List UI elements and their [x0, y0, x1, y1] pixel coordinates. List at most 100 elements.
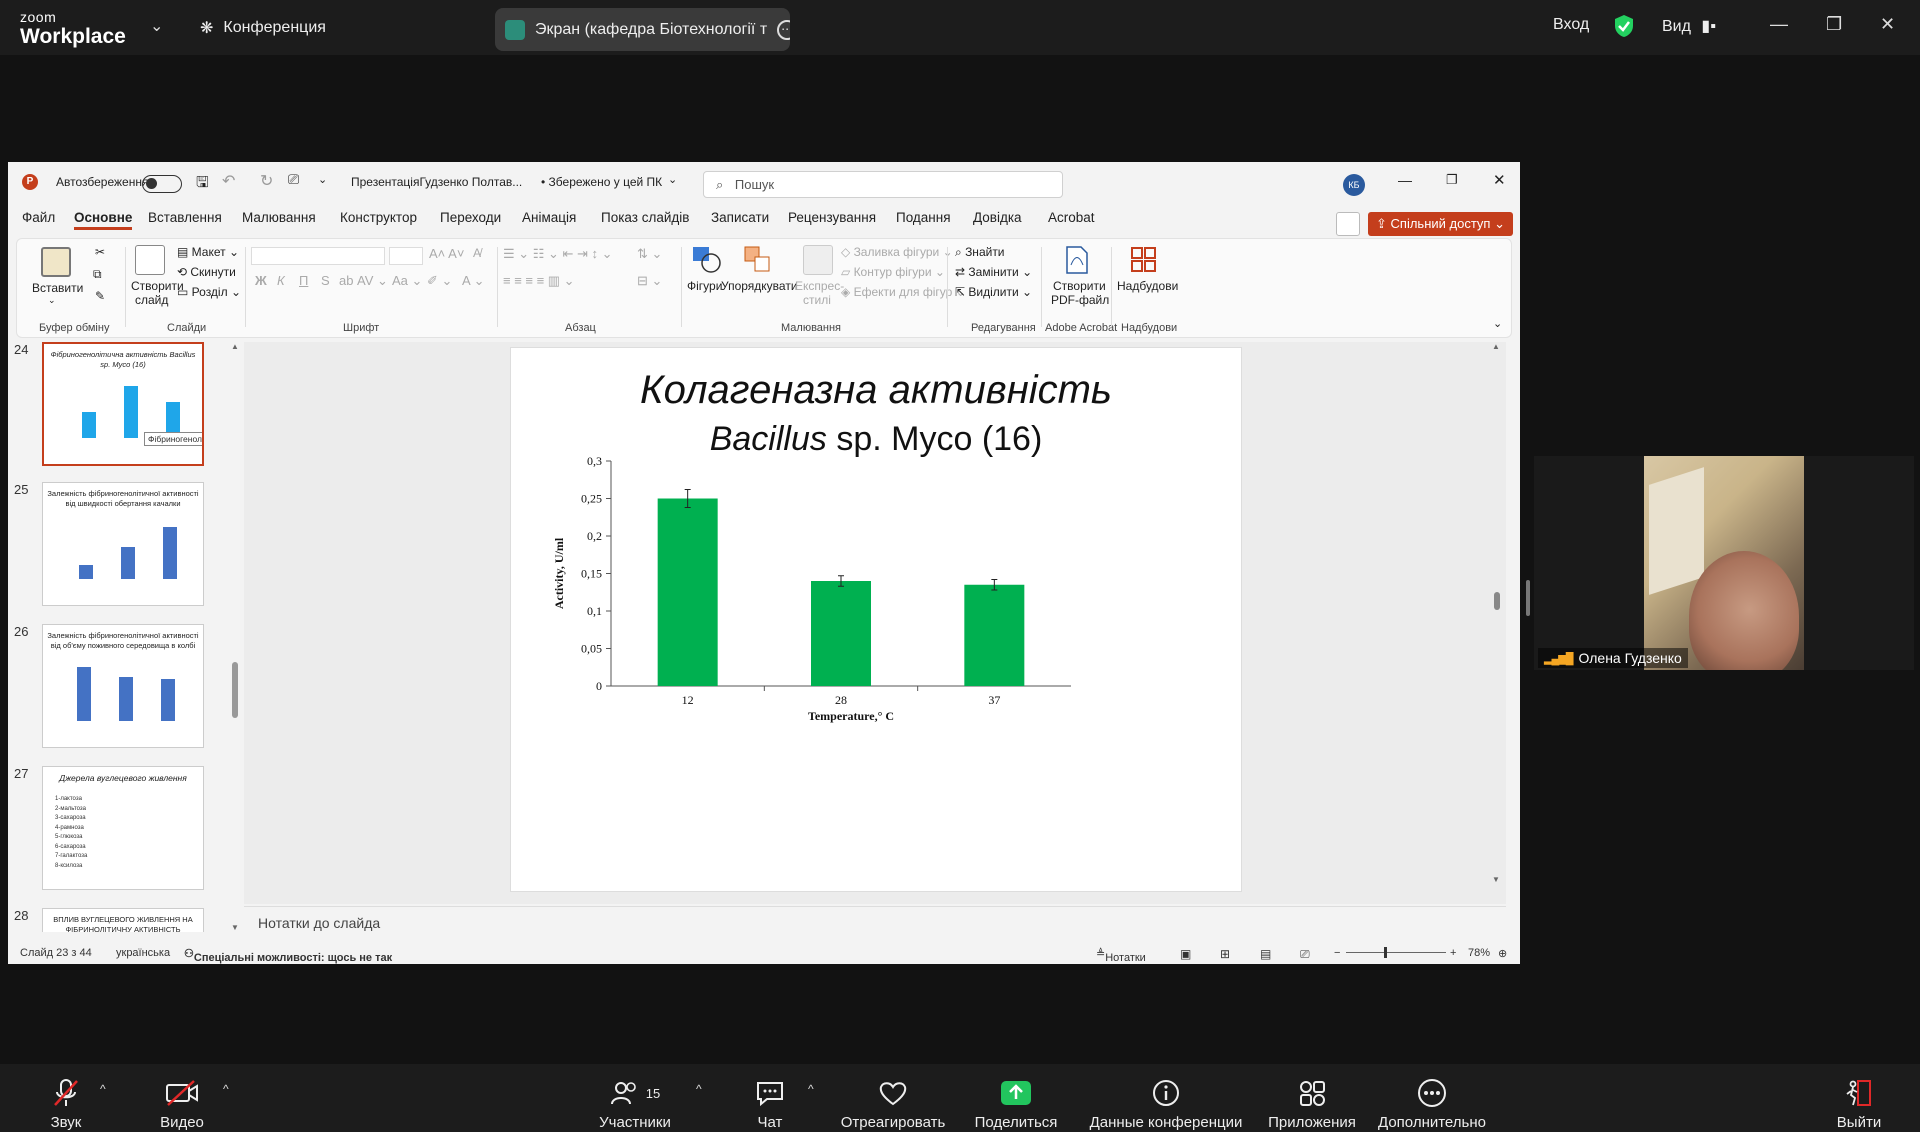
meeting-info-button[interactable]: Данные конференции	[1088, 1064, 1244, 1131]
select-button[interactable]: ⇱ Виділити ⌄	[955, 285, 1032, 299]
tab-review[interactable]: Рецензування	[788, 210, 876, 225]
highlight-icon[interactable]: ✐ ⌄	[427, 273, 452, 289]
panel-splitter[interactable]	[1526, 580, 1530, 616]
quick-styles-icon[interactable]	[803, 245, 833, 275]
notes-button[interactable]: ≜ Нотатки	[1096, 947, 1146, 964]
search-input[interactable]: ⌕ Пошук	[703, 171, 1063, 198]
apps-button[interactable]: Приложения	[1266, 1064, 1358, 1131]
shapes-icon[interactable]	[691, 245, 721, 275]
char-spacing-icon[interactable]: ab	[339, 273, 353, 288]
video-tile[interactable]: ▂▄▆█ Олена Гудзенко	[1534, 456, 1914, 670]
participants-chevron-icon[interactable]: ^	[696, 1082, 702, 1096]
shape-outline-button[interactable]: ▱ Контур фігури ⌄	[841, 265, 945, 279]
arrange-button[interactable]: Упорядкувати	[721, 279, 798, 293]
cut-icon[interactable]: ✂	[95, 245, 105, 259]
audio-options-chevron-icon[interactable]: ^	[100, 1082, 106, 1096]
scroll-up-icon[interactable]: ▲	[1492, 342, 1500, 351]
tab-help[interactable]: Довідка	[973, 210, 1022, 225]
format-painter-icon[interactable]: ✎	[95, 289, 105, 303]
chat-chevron-icon[interactable]: ^	[808, 1082, 814, 1096]
close-icon[interactable]: ✕	[1880, 14, 1895, 35]
redo-icon[interactable]: ↻	[260, 171, 273, 191]
zoom-out-icon[interactable]: −	[1334, 947, 1340, 959]
save-icon[interactable]: 🖫	[196, 172, 209, 197]
zoom-level[interactable]: 78%	[1468, 947, 1490, 959]
font-color-icon[interactable]: A ⌄	[462, 273, 484, 289]
align-icons[interactable]: ≡ ≡ ≡ ≡ ▥ ⌄	[503, 273, 575, 289]
autosave-toggle[interactable]	[142, 175, 182, 193]
saved-status[interactable]: • Збережено у цей ПК	[541, 175, 662, 189]
reading-view-icon[interactable]: ▤	[1260, 947, 1271, 961]
tab-view[interactable]: Подання	[896, 210, 951, 225]
replace-button[interactable]: ⇄ Замінити ⌄	[955, 265, 1032, 279]
comments-icon[interactable]	[1336, 212, 1360, 236]
tab-file[interactable]: Файл	[22, 210, 55, 225]
tab-acrobat[interactable]: Acrobat	[1048, 210, 1095, 225]
thumbnail-27[interactable]: Джерела вуглецевого живлення 1-лактоза 2…	[42, 766, 204, 890]
addins-button[interactable]: Надбудови	[1117, 279, 1178, 293]
bullets-icon[interactable]: ☰ ⌄ ☷ ⌄ ⇤ ⇥ ↕ ⌄	[503, 246, 613, 262]
addins-icon[interactable]	[1129, 245, 1159, 275]
spacing-icon[interactable]: AV ⌄	[357, 273, 388, 289]
clear-format-icon[interactable]: A̸	[473, 246, 481, 260]
tab-home[interactable]: Основне	[74, 210, 133, 230]
tab-transitions[interactable]: Переходи	[440, 210, 501, 225]
arrange-icon[interactable]	[743, 245, 773, 275]
chevron-down-icon[interactable]: ⌄	[150, 16, 163, 36]
font-size-input[interactable]	[389, 247, 423, 265]
new-slide-icon[interactable]	[135, 245, 165, 275]
chevron-down-icon[interactable]: ⌄	[48, 295, 56, 306]
zoom-in-icon[interactable]: +	[1450, 947, 1456, 959]
align-text-icon[interactable]: ⊟ ⌄	[637, 273, 662, 289]
video-button[interactable]: Видео	[155, 1064, 209, 1131]
more-icon[interactable]: ⋯	[777, 19, 790, 40]
reset-button[interactable]: ⟲ Скинути	[177, 265, 236, 279]
quick-styles-button[interactable]: Експрес-	[795, 279, 844, 293]
slide-canvas[interactable]: Колагеназна активність Bacillus sp. Myco…	[510, 347, 1242, 892]
more-button[interactable]: Дополнительно	[1376, 1064, 1488, 1131]
tab-draw[interactable]: Малювання	[242, 210, 316, 225]
find-button[interactable]: ⌕ Знайти	[955, 245, 1005, 260]
zoom-slider[interactable]	[1346, 952, 1446, 953]
accessibility-status[interactable]: ⚇ Спеціальні можливості: щось не так	[184, 947, 392, 964]
restore-icon[interactable]: ❐	[1446, 172, 1458, 188]
thumbnail-24[interactable]: Фібриногенолітична активність Bacillus s…	[42, 342, 204, 466]
collapse-ribbon-icon[interactable]: ⌄	[1493, 317, 1502, 330]
case-icon[interactable]: Aa ⌄	[392, 273, 422, 289]
underline-icon[interactable]: П	[299, 273, 308, 288]
share-button[interactable]: ⇪ Спільний доступ ⌄	[1368, 212, 1513, 236]
slideshow-icon[interactable]: ⎚	[1300, 947, 1310, 962]
pdf-icon[interactable]	[1061, 245, 1091, 275]
paste-icon[interactable]	[41, 247, 71, 277]
slide-sorter-icon[interactable]: ⊞	[1220, 947, 1230, 961]
font-name-input[interactable]	[251, 247, 385, 265]
notes-pane[interactable]: Нотатки до слайда	[244, 906, 1506, 938]
copy-icon[interactable]: ⧉	[93, 267, 102, 282]
font-grow-icon[interactable]: A˄ A˅	[429, 246, 464, 261]
new-slide-button[interactable]: Створити	[131, 279, 184, 293]
section-button[interactable]: ▭ Розділ ⌄	[177, 285, 241, 299]
participants-button[interactable]: 15 Участники	[595, 1064, 675, 1131]
shape-fill-button[interactable]: ◇ Заливка фігури ⌄	[841, 245, 953, 259]
editor-scrollbar[interactable]: ▲ ▼	[1492, 342, 1502, 904]
chevron-down-icon[interactable]: ⌄	[668, 173, 677, 186]
italic-icon[interactable]: К	[277, 273, 285, 288]
tab-animations[interactable]: Анімація	[522, 210, 576, 225]
scroll-down-icon[interactable]: ▼	[231, 923, 239, 932]
text-direction-icon[interactable]: ⇅ ⌄	[637, 246, 662, 262]
signin-button[interactable]: Вход	[1553, 16, 1589, 34]
thumbnail-28[interactable]: ВПЛИВ ВУГЛЕЦЕВОГО ЖИВЛЕННЯ НА ФІБРИНОЛІТ…	[42, 908, 204, 932]
fit-slide-icon[interactable]: ⊕	[1498, 947, 1507, 960]
layout-button[interactable]: ▤ Макет ⌄	[177, 245, 239, 259]
audio-button[interactable]: Звук	[44, 1064, 88, 1131]
screen-share-pill[interactable]: Экран (кафедра Біотехнології т ⋯	[495, 8, 790, 51]
conference-menu[interactable]: ❋ Конференция	[200, 18, 326, 38]
thumbnail-26[interactable]: Залежність фібриногенолітичної активност…	[42, 624, 204, 748]
scroll-down-icon[interactable]: ▼	[1492, 875, 1500, 884]
minimize-icon[interactable]: —	[1770, 14, 1788, 35]
close-icon[interactable]: ✕	[1493, 171, 1506, 189]
zoom-slider-thumb[interactable]	[1384, 947, 1387, 958]
thumbnail-25[interactable]: Залежність фібриногенолітичної активност…	[42, 482, 204, 606]
react-button[interactable]: Отреагировать	[838, 1064, 948, 1131]
tab-design[interactable]: Конструктор	[340, 210, 417, 225]
